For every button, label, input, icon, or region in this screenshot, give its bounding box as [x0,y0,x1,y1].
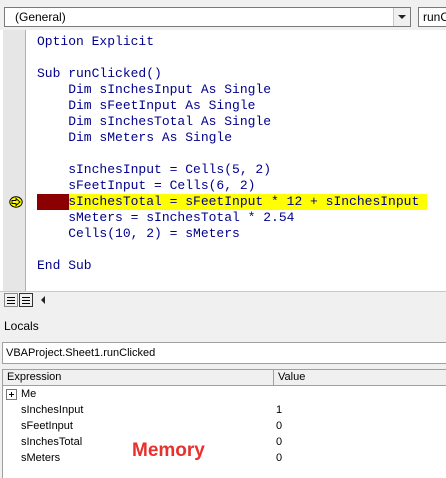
locals-row[interactable]: sInchesTotal 0 [3,435,446,451]
locals-window-title: Locals [4,319,39,333]
locals-row[interactable]: sMeters 0 [3,451,446,467]
call-stack-context-text: VBAProject.Sheet1.runClicked [6,347,156,359]
variable-name: sInchesInput [21,404,84,416]
variable-name: sFeetInput [21,420,73,432]
locals-row[interactable]: sFeetInput 0 [3,419,446,435]
locals-grid[interactable]: Expression Value Me sInchesInput 1 sFeet… [2,369,446,478]
call-stack-context: VBAProject.Sheet1.runClicked [2,342,446,364]
column-divider[interactable] [273,370,274,386]
variable-name: sMeters [21,452,61,464]
code-line: End Sub [37,258,92,273]
variable-name: sInchesTotal [21,436,83,448]
object-dropdown-value: (General) [15,10,66,24]
horizontal-scrollbar[interactable] [0,291,446,308]
code-line: Cells(10, 2) = sMeters [37,226,240,241]
execution-pointer-icon [9,196,23,208]
code-line: Option Explicit [37,34,155,49]
memory-annotation: Memory [132,440,205,461]
variable-value: 0 [276,436,283,448]
procedure-dropdown[interactable]: runC [418,7,446,27]
locals-row[interactable]: sInchesInput 1 [3,403,446,419]
code-line: Dim sInchesInput As Single [37,82,272,97]
code-line: sMeters = sInchesTotal * 2.54 [37,210,295,225]
code-line: Sub runClicked() [37,66,162,81]
locals-window: VBAProject.Sheet1.runClicked Expression … [0,338,446,478]
code-editor[interactable]: Option Explicit Sub runClicked() Dim sIn… [0,30,446,291]
current-code-line: sInchesTotal = sFeetInput * 12 + sInches… [37,194,420,209]
pane-splitter[interactable] [0,308,446,316]
code-window-toolbar: (General) runC [0,0,446,30]
variable-name: Me [21,388,37,400]
locals-grid-header: Expression Value [3,370,446,386]
code-line: sFeetInput = Cells(6, 2) [37,178,256,193]
expression-column-header[interactable]: Expression [7,371,61,383]
code-line: Dim sInchesTotal As Single [37,114,272,129]
code-text-area[interactable]: Option Explicit Sub runClicked() Dim sIn… [27,30,446,291]
scroll-left-arrow-icon[interactable] [36,293,52,307]
variable-value: 0 [276,420,283,432]
code-line: sInchesInput = Cells(5, 2) [37,162,272,177]
chevron-down-icon[interactable] [393,8,410,26]
margin-indicator-bar[interactable] [3,30,26,291]
locals-row-me[interactable]: Me [3,387,446,403]
procedure-view-icon[interactable] [4,293,18,307]
expand-plus-icon[interactable] [6,389,17,400]
value-column-header[interactable]: Value [278,371,305,383]
procedure-dropdown-value: runC [423,10,446,24]
variable-value: 1 [276,404,283,416]
object-dropdown[interactable]: (General) [4,7,411,27]
code-line: Dim sFeetInput As Single [37,98,256,113]
full-module-view-icon[interactable] [19,293,33,307]
locals-window-titlebar: Locals [0,316,446,338]
variable-value: 0 [276,452,283,464]
code-line: Dim sMeters As Single [37,130,233,145]
